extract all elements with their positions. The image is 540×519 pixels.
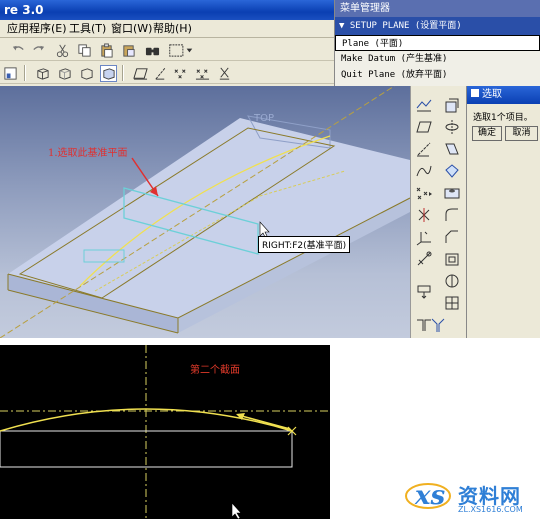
coord-sys-icon[interactable] xyxy=(413,226,435,248)
model-tree-icon[interactable] xyxy=(2,65,19,82)
top-datum-label: TOP xyxy=(254,113,275,124)
graphics-window[interactable]: TOP 1.选取此基准平面 RIGHT:F2(基准平面) xyxy=(0,86,410,338)
menu-manager: 菜单管理器 ▼ SETUP PLANE (设置平面) Plane (平面) Ma… xyxy=(334,0,540,86)
annotation-text: 1.选取此基准平面 xyxy=(48,148,128,159)
watermark-logo-icon: xs xyxy=(405,481,451,511)
round-icon[interactable] xyxy=(441,204,463,226)
paste-special-icon[interactable] xyxy=(120,42,137,59)
watermark: xs 资料网 ZL.XS1616.COM xyxy=(400,470,540,519)
datum-point-icon[interactable] xyxy=(413,182,435,204)
menu-item-quit-plane[interactable]: Quit Plane (放弃平面) xyxy=(335,67,540,83)
part-model xyxy=(0,86,410,338)
redo-icon[interactable] xyxy=(30,42,47,59)
pattern-icon[interactable] xyxy=(413,280,435,302)
chamfer-icon[interactable] xyxy=(441,226,463,248)
datum-axis-icon[interactable] xyxy=(413,138,435,160)
datum-csys-icon[interactable] xyxy=(194,65,211,82)
datum-point-alt-icon[interactable] xyxy=(216,65,233,82)
select-box-icon[interactable] xyxy=(166,42,196,59)
menu-item-plane[interactable]: Plane (平面) xyxy=(335,35,540,51)
revolve-icon[interactable] xyxy=(441,116,463,138)
mirror-icon[interactable] xyxy=(427,314,449,336)
select-dialog-title: 选取 xyxy=(467,86,540,104)
view-hidden-icon[interactable] xyxy=(56,65,73,82)
datum-point-icon[interactable] xyxy=(172,65,189,82)
point-offset-icon[interactable] xyxy=(413,204,435,226)
cut-icon[interactable] xyxy=(54,42,71,59)
shell-icon[interactable] xyxy=(441,248,463,270)
hole-icon[interactable] xyxy=(441,182,463,204)
extrude-icon[interactable] xyxy=(441,94,463,116)
menu-window[interactable]: 窗口(W) xyxy=(108,22,155,36)
setup-plane-header[interactable]: ▼ SETUP PLANE (设置平面) xyxy=(335,17,540,35)
select-message: 选取1个项目。 xyxy=(473,113,533,123)
datum-axis-icon[interactable] xyxy=(152,65,169,82)
paste-icon[interactable] xyxy=(98,42,115,59)
view-nohidden-icon[interactable] xyxy=(78,65,95,82)
app-window: re 3.0 应用程序(E) 工具(T) 窗口(W) 帮助(H) xyxy=(0,0,334,86)
undo-icon[interactable] xyxy=(10,42,27,59)
sweep-icon[interactable] xyxy=(441,138,463,160)
window-title: re 3.0 xyxy=(0,0,334,20)
menu-help[interactable]: 帮助(H) xyxy=(150,22,195,36)
menu-applications[interactable]: 应用程序(E) xyxy=(4,22,70,36)
datum-plane-icon[interactable] xyxy=(413,116,435,138)
rib-icon[interactable] xyxy=(441,270,463,292)
analysis-icon[interactable] xyxy=(413,248,435,270)
feature-toolbar xyxy=(410,86,466,338)
menubar: 应用程序(E) 工具(T) 窗口(W) 帮助(H) xyxy=(0,20,334,38)
view-shaded-icon[interactable] xyxy=(34,65,51,82)
hover-tooltip: RIGHT:F2(基准平面) xyxy=(258,236,351,253)
sketch-icon[interactable] xyxy=(413,94,435,116)
datum-plane-icon[interactable] xyxy=(132,65,149,82)
svg-text:xs: xs xyxy=(414,481,446,511)
menu-item-make-datum[interactable]: Make Datum (产生基准) xyxy=(335,51,540,67)
select-dialog: 选取 选取1个项目。 确定 取消 xyxy=(466,86,540,338)
blend-icon[interactable] xyxy=(441,160,463,182)
menu-tools[interactable]: 工具(T) xyxy=(66,22,109,36)
menu-manager-title: 菜单管理器 xyxy=(335,0,540,17)
toolbar-row-1 xyxy=(0,39,334,61)
copy-icon[interactable] xyxy=(76,42,93,59)
toolbar-row-2 xyxy=(0,62,334,84)
curve-icon[interactable] xyxy=(413,160,435,182)
select-dialog-title-text: 选取 xyxy=(482,89,502,100)
cancel-button[interactable]: 取消 xyxy=(505,126,538,141)
watermark-url: ZL.XS1616.COM xyxy=(458,505,523,514)
section-sketch: 第二个截面 xyxy=(0,345,330,519)
ok-button[interactable]: 确定 xyxy=(472,126,502,141)
view-wireframe-icon[interactable] xyxy=(100,65,117,82)
find-icon[interactable] xyxy=(144,42,161,59)
sketch-geometry xyxy=(0,345,330,519)
sketch-label: 第二个截面 xyxy=(190,365,240,376)
draft-icon[interactable] xyxy=(441,292,463,314)
select-icon xyxy=(471,89,479,97)
